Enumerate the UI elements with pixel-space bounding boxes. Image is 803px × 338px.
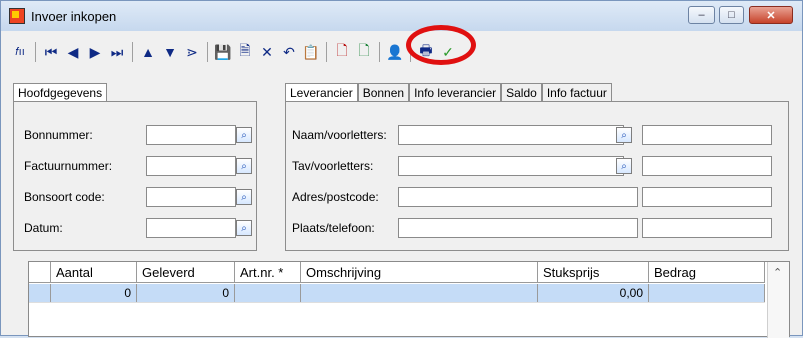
bonnummer-field[interactable] [146, 125, 236, 145]
filter-icon[interactable]: ⋗ [181, 41, 203, 63]
minimize-button[interactable]: – [688, 6, 715, 24]
main-details-panel: Bonnummer: ⌕ Factuurnummer: ⌕ Bonsoort c… [13, 101, 257, 251]
bonsoort-code-field[interactable] [146, 187, 236, 207]
previous-record-icon[interactable]: ◀ [62, 41, 84, 63]
field-label: Plaats/telefoon: [292, 221, 375, 235]
field-label: Adres/postcode: [292, 190, 379, 204]
tav-field[interactable] [398, 156, 624, 176]
search-icon[interactable]: ⌕ [616, 127, 632, 143]
row-header-corner [29, 262, 51, 283]
tab-leverancier[interactable]: Leverancier [285, 83, 358, 102]
adres-field[interactable] [398, 187, 638, 207]
tab-hoofdgegevens[interactable]: Hoofdgegevens [13, 83, 108, 102]
right-tab-bar: Leverancier Bonnen Info leverancier Sald… [285, 83, 612, 102]
telefoon-field[interactable] [642, 218, 772, 238]
toolbar-separator [326, 42, 327, 62]
title-bar: Invoer inkopen – □ ✕ [1, 1, 802, 31]
add-user-icon[interactable]: 👤 [384, 41, 406, 63]
close-button[interactable]: ✕ [749, 6, 793, 24]
toolbar-separator [379, 42, 380, 62]
scroll-up-icon[interactable]: ⌃ [773, 266, 782, 279]
search-icon[interactable]: ⌕ [236, 220, 252, 236]
purchase-entry-window: Invoer inkopen – □ ✕ 𝑓ıı ⏮ ◀ ▶ ⏭ ▲ ▼ ⋗ 💾… [0, 0, 803, 338]
toolbar-separator [35, 42, 36, 62]
column-header-artnr[interactable]: Art.nr. * [235, 262, 301, 283]
function-icon[interactable]: 𝑓ıı [9, 41, 31, 63]
row-selector[interactable] [29, 284, 51, 302]
toolbar-separator [207, 42, 208, 62]
column-header-geleverd[interactable]: Geleverd [137, 262, 235, 283]
vertical-scrollbar[interactable]: ⌃ [767, 262, 789, 338]
cell-geleverd[interactable]: 0 [137, 284, 235, 302]
supplier-panel: Naam/voorletters: ⌕ Tav/voorletters: ⌕ A… [285, 101, 789, 251]
postcode-field[interactable] [642, 187, 772, 207]
tab-info-leverancier[interactable]: Info leverancier [409, 83, 502, 102]
toolbar-separator [132, 42, 133, 62]
field-label: Datum: [24, 221, 63, 235]
toolbar: 𝑓ıı ⏮ ◀ ▶ ⏭ ▲ ▼ ⋗ 💾 🗎 ✕ ↶ 📋 🗋 🗋 👤 🖶 ✓ [1, 37, 802, 67]
sort-up-icon[interactable]: ▲ [137, 41, 159, 63]
undo-icon[interactable]: ↶ [278, 41, 300, 63]
column-header-aantal[interactable]: Aantal [51, 262, 137, 283]
field-label: Factuurnummer: [24, 159, 113, 173]
column-header-bedrag[interactable]: Bedrag [649, 262, 765, 283]
next-record-icon[interactable]: ▶ [84, 41, 106, 63]
save-icon[interactable]: 💾 [212, 41, 234, 63]
purchase-lines-grid[interactable]: Aantal Geleverd Art.nr. * Omschrijving S… [28, 261, 790, 338]
sort-down-icon[interactable]: ▼ [159, 41, 181, 63]
copy-icon[interactable]: 📋 [300, 41, 322, 63]
field-label: Naam/voorletters: [292, 128, 387, 142]
search-icon[interactable]: ⌕ [236, 189, 252, 205]
tab-saldo[interactable]: Saldo [501, 83, 542, 102]
factuurnummer-field[interactable] [146, 156, 236, 176]
field-label: Bonnummer: [24, 128, 93, 142]
cell-stuksprijs[interactable]: 0,00 [538, 284, 649, 302]
export-pdf-icon[interactable]: 🗋 [331, 41, 353, 63]
tav-field-2[interactable] [642, 156, 772, 176]
column-header-stuksprijs[interactable]: Stuksprijs [538, 262, 649, 283]
maximize-button[interactable]: □ [719, 6, 744, 24]
export-excel-icon[interactable]: 🗋 [353, 41, 375, 63]
grid-row-divider [29, 302, 765, 303]
new-icon[interactable]: 🗎 [234, 41, 256, 63]
last-record-icon[interactable]: ⏭ [106, 41, 128, 63]
datum-field[interactable] [146, 218, 236, 238]
tab-bonnen[interactable]: Bonnen [357, 83, 410, 102]
first-record-icon[interactable]: ⏮ [40, 41, 62, 63]
cell-omschrijving[interactable] [301, 284, 538, 302]
naam-field-2[interactable] [642, 125, 772, 145]
column-header-omschrijving[interactable]: Omschrijving [301, 262, 538, 283]
left-tab-bar: Hoofdgegevens [13, 83, 108, 102]
highlight-circle [406, 25, 476, 65]
table-row[interactable]: 0 0 0,00 [29, 284, 765, 302]
naam-field[interactable] [398, 125, 624, 145]
search-icon[interactable]: ⌕ [236, 158, 252, 174]
cell-artnr[interactable] [235, 284, 301, 302]
field-label: Bonsoort code: [24, 190, 105, 204]
search-icon[interactable]: ⌕ [616, 158, 632, 174]
search-icon[interactable]: ⌕ [236, 127, 252, 143]
cell-bedrag[interactable] [649, 284, 765, 302]
tab-info-factuur[interactable]: Info factuur [541, 83, 612, 102]
delete-icon[interactable]: ✕ [256, 41, 278, 63]
plaats-field[interactable] [398, 218, 638, 238]
cell-aantal[interactable]: 0 [51, 284, 137, 302]
field-label: Tav/voorletters: [292, 159, 374, 173]
window-title: Invoer inkopen [31, 9, 117, 24]
app-icon [9, 8, 25, 24]
